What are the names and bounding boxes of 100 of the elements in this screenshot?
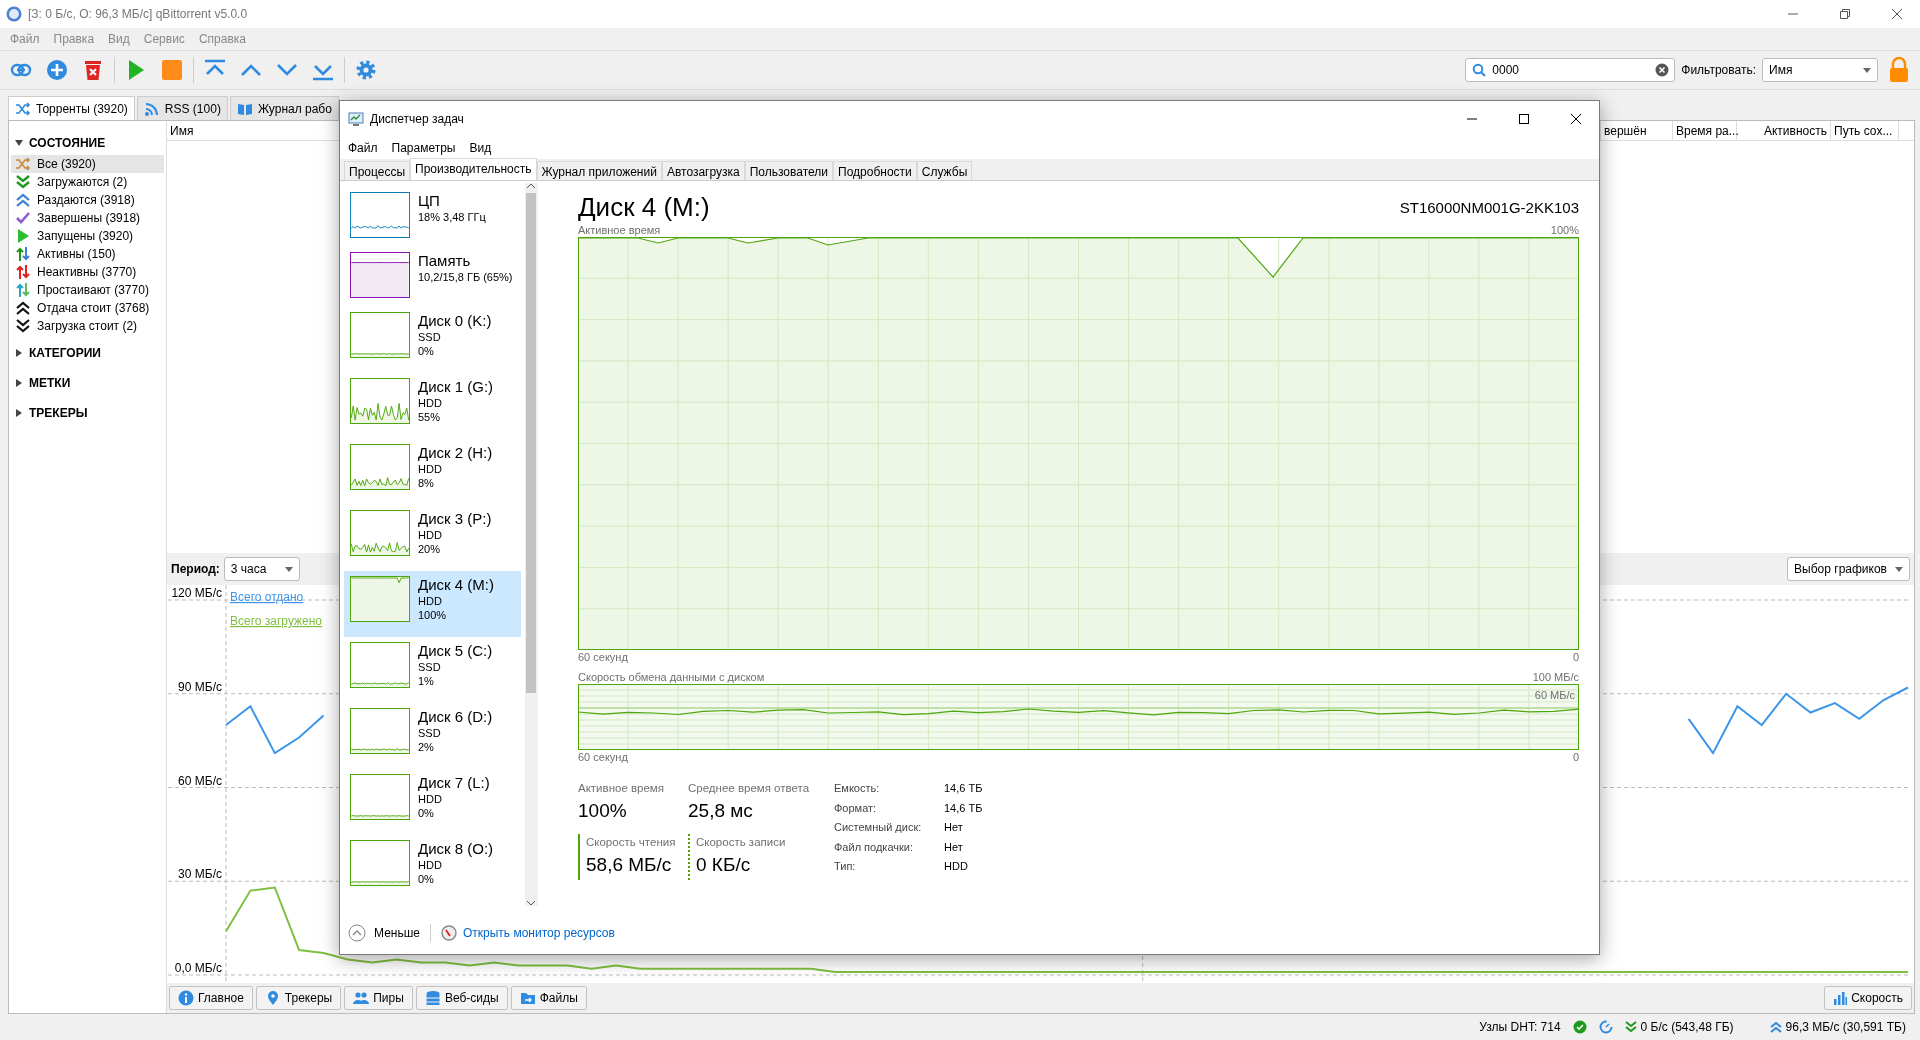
folder-icon	[519, 990, 536, 1006]
filter-item[interactable]: Запущены (3920)	[11, 227, 164, 245]
scroll-down-icon[interactable]	[527, 900, 536, 906]
device-item[interactable]: Диск 4 (M:) HDD 100%	[344, 571, 521, 637]
property-label: Формат:	[834, 800, 878, 816]
device-info: 8%	[418, 476, 435, 490]
device-info: SSD	[418, 660, 442, 674]
speed-limit-icon[interactable]	[1598, 1020, 1613, 1034]
device-item[interactable]: Диск 1 (G:) HDD 55%	[344, 373, 521, 439]
tab[interactable]: Автозагрузка	[661, 161, 745, 180]
clear-icon[interactable]	[1655, 63, 1670, 77]
device-info: 10,2/15,8 ГБ (65%)	[418, 270, 513, 284]
fewer-details-button[interactable]: Меньше	[348, 924, 420, 942]
graph-select-dropdown[interactable]: Выбор графиков	[1787, 557, 1910, 581]
stat-label: Скорость чтения	[586, 834, 677, 850]
download-icon	[1624, 1021, 1637, 1033]
search-field[interactable]: 0000	[1465, 58, 1676, 82]
tab[interactable]: Пользователи	[744, 161, 834, 180]
filter-item[interactable]: Все (3920)	[11, 155, 164, 173]
property-value: 14,6 ТБ	[944, 800, 983, 816]
tab[interactable]: Службы	[916, 161, 973, 180]
connection-ok-icon	[1572, 1020, 1587, 1034]
up-down-arrows-icon	[15, 246, 31, 262]
filter-dropdown[interactable]: Имя	[1762, 58, 1878, 82]
tab[interactable]: Журнал приложений	[536, 161, 662, 180]
detail-tab[interactable]: Веб-сиды	[415, 986, 508, 1010]
menu-item[interactable]: Файл	[348, 139, 378, 157]
filter-item[interactable]: Простаивают (3770)	[11, 281, 164, 299]
search-icon	[1472, 63, 1487, 77]
device-item[interactable]: ЦП 18% 3,48 ГГц	[344, 187, 521, 247]
tab[interactable]: Торренты (3920)	[8, 96, 135, 120]
expand-caret-icon[interactable]	[15, 379, 23, 387]
device-item[interactable]: Диск 8 (O:) HDD 0%	[344, 835, 521, 901]
lock-icon	[1887, 57, 1911, 83]
disk-model: ST16000NM001G-2KK103	[1399, 197, 1579, 218]
device-item[interactable]: Диск 0 (K:) SSD 0%	[344, 307, 521, 373]
detail-tab[interactable]: Файлы	[510, 986, 587, 1010]
filter-item[interactable]: Активны (150)	[11, 245, 164, 263]
double-chevron-down-icon	[15, 174, 31, 190]
detail-tab[interactable]: Трекеры	[255, 986, 342, 1010]
window-title: Диспетчер задач	[370, 111, 465, 128]
scrollbar[interactable]	[524, 183, 538, 906]
caret-icon	[284, 566, 293, 572]
filter-item[interactable]: Неактивны (3770)	[11, 263, 164, 281]
device-item[interactable]: Диск 3 (P:) HDD 20%	[344, 505, 521, 571]
axis-tick-label: 30 МБ/с	[178, 867, 222, 882]
menu-item[interactable]: Параметры	[391, 139, 456, 157]
device-info: 1%	[418, 674, 435, 688]
section-heading[interactable]: ТРЕКЕРЫ	[29, 404, 88, 422]
device-info: 18% 3,48 ГГц	[418, 210, 486, 224]
detail-tab[interactable]: Главное	[169, 986, 253, 1010]
tab[interactable]: Журнал рабо	[229, 96, 339, 120]
section-heading[interactable]: СОСТОЯНИЕ	[29, 134, 106, 152]
property-value: Нет	[944, 839, 964, 855]
axis-tick-label: 120 МБ/с	[171, 586, 222, 600]
device-info: 100%	[418, 608, 448, 622]
filter-item[interactable]: Загрузка стоит (2)	[11, 317, 164, 335]
device-info: 0%	[418, 872, 435, 886]
section-heading[interactable]: МЕТКИ	[29, 374, 71, 392]
task-manager-icon	[348, 111, 364, 127]
device-info: 0%	[418, 806, 435, 820]
column-header[interactable]: Время ра...	[1673, 121, 1737, 140]
up-down-arrows-icon	[15, 282, 31, 298]
device-info: HDD	[418, 528, 443, 542]
filter-item[interactable]: Отдача стоит (3768)	[11, 299, 164, 317]
tab[interactable]: Процессы	[344, 161, 410, 180]
device-info: HDD	[418, 858, 443, 872]
axis-label: 60 секунд	[578, 750, 628, 764]
filter-item[interactable]: Раздаются (3918)	[11, 191, 164, 209]
device-item[interactable]: Диск 6 (D:) SSD 2%	[344, 703, 521, 769]
resource-monitor-link[interactable]: Открыть монитор ресурсов	[441, 924, 615, 942]
filter-item[interactable]: Загружаются (2)	[11, 173, 164, 191]
shuffle-icon	[15, 156, 31, 172]
device-name: Диск 4 (M:)	[418, 576, 494, 594]
device-item[interactable]: Диск 2 (H:) HDD 8%	[344, 439, 521, 505]
column-header[interactable]: вершён	[1601, 121, 1673, 140]
property-label: Тип:	[834, 859, 857, 874]
expand-caret-icon[interactable]	[15, 349, 23, 357]
filter-item[interactable]: Завершены (3918)	[11, 209, 164, 227]
device-item[interactable]: Диск 7 (L:) HDD 0%	[344, 769, 521, 835]
column-header[interactable]: Активность	[1737, 121, 1831, 140]
column-header[interactable]: Путь сох...	[1831, 121, 1899, 140]
period-dropdown[interactable]: 3 часа	[223, 557, 300, 581]
tab[interactable]: Подробности	[833, 161, 917, 180]
device-info: HDD	[418, 594, 443, 608]
speed-tab[interactable]: Скорость	[1824, 986, 1912, 1010]
menu-item[interactable]: Вид	[469, 139, 492, 157]
property-label: Системный диск:	[834, 820, 923, 835]
checkmark-icon	[15, 210, 31, 226]
device-item[interactable]: Диск 5 (C:) SSD 1%	[344, 637, 521, 703]
detail-tab[interactable]: Пиры	[344, 986, 413, 1010]
device-item[interactable]: Память 10,2/15,8 ГБ (65%)	[344, 247, 521, 307]
tab[interactable]: RSS (100)	[136, 96, 228, 120]
app-logo-icon	[6, 6, 22, 22]
collapse-caret-icon[interactable]	[15, 139, 23, 147]
tab[interactable]: Производительность	[410, 158, 537, 180]
expand-caret-icon[interactable]	[15, 409, 23, 417]
filter-label: Фильтровать:	[1681, 62, 1756, 79]
section-heading[interactable]: КАТЕГОРИИ	[29, 344, 101, 362]
scroll-up-icon[interactable]	[527, 183, 536, 189]
